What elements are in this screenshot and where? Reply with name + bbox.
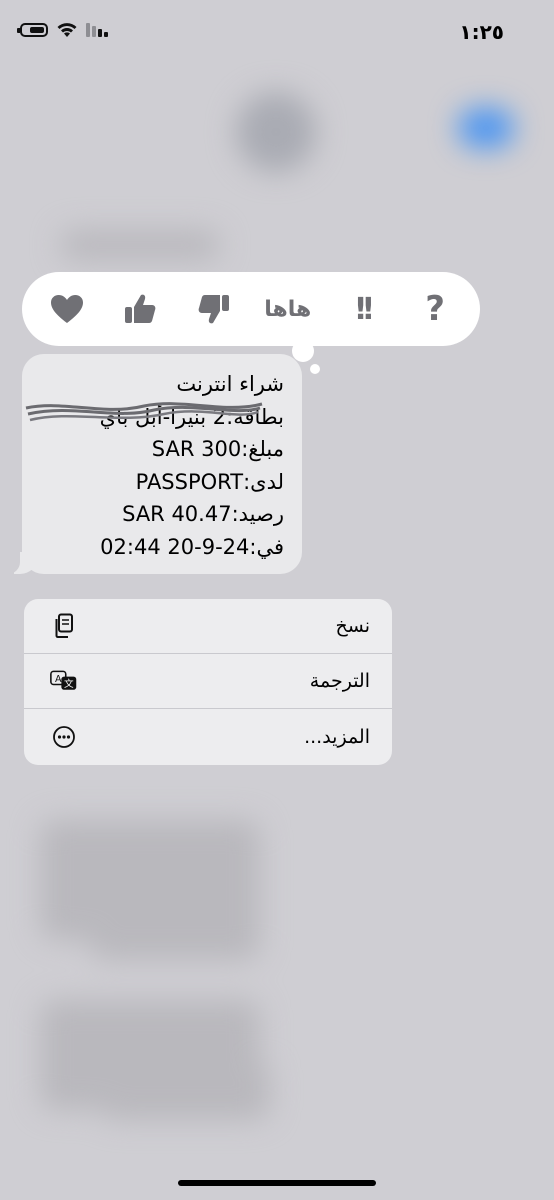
blurred-button [458,108,514,148]
menu-item-label: نسخ [335,615,370,637]
message-line: مبلغ:SAR 300 [151,437,284,461]
more-icon [50,723,78,751]
menu-item-more[interactable]: المزيد... [24,709,392,764]
copy-icon [50,612,78,640]
message-line: في:24-9-20 02:44 [100,534,284,559]
wifi-icon [57,23,77,37]
context-menu: نسخ A 文 الترجمة المزيد... [24,599,392,765]
cellular-signal-icon [86,23,108,37]
redaction-scribble [25,402,263,422]
svg-text:A: A [55,674,62,685]
message-bubble[interactable]: شراء انترنت بطاقة:2 بنيرا-أبل باي مبلغ:S… [22,354,302,574]
thumbs-up-icon[interactable] [112,281,168,337]
status-bar: ١:٢٥ [0,0,554,60]
message-line: لدى:PASSPORT [135,469,284,494]
battery-icon [17,23,48,37]
contact-avatar [236,92,316,172]
question-icon[interactable]: ? [407,281,463,337]
menu-item-label: المزيد... [304,725,370,748]
heart-icon[interactable] [39,281,95,337]
menu-item-translate[interactable]: A 文 الترجمة [24,654,392,709]
thumbs-down-icon[interactable] [186,281,242,337]
status-icons [17,22,108,38]
message-line: رصيد:SAR 40.47 [122,502,284,526]
reaction-bar: هاها !! ? [22,272,480,346]
translate-icon: A 文 [50,667,78,695]
reaction-bar-tail-dot [310,364,320,374]
status-time: ١:٢٥ [459,20,504,44]
haha-icon[interactable]: هاها [260,281,316,337]
home-indicator[interactable] [178,1180,376,1186]
svg-text:文: 文 [64,678,74,690]
reaction-bar-tail [292,340,314,362]
menu-item-label: الترجمة [309,670,370,692]
exclamation-icon[interactable]: !! [333,281,389,337]
menu-item-copy[interactable]: نسخ [24,599,392,654]
